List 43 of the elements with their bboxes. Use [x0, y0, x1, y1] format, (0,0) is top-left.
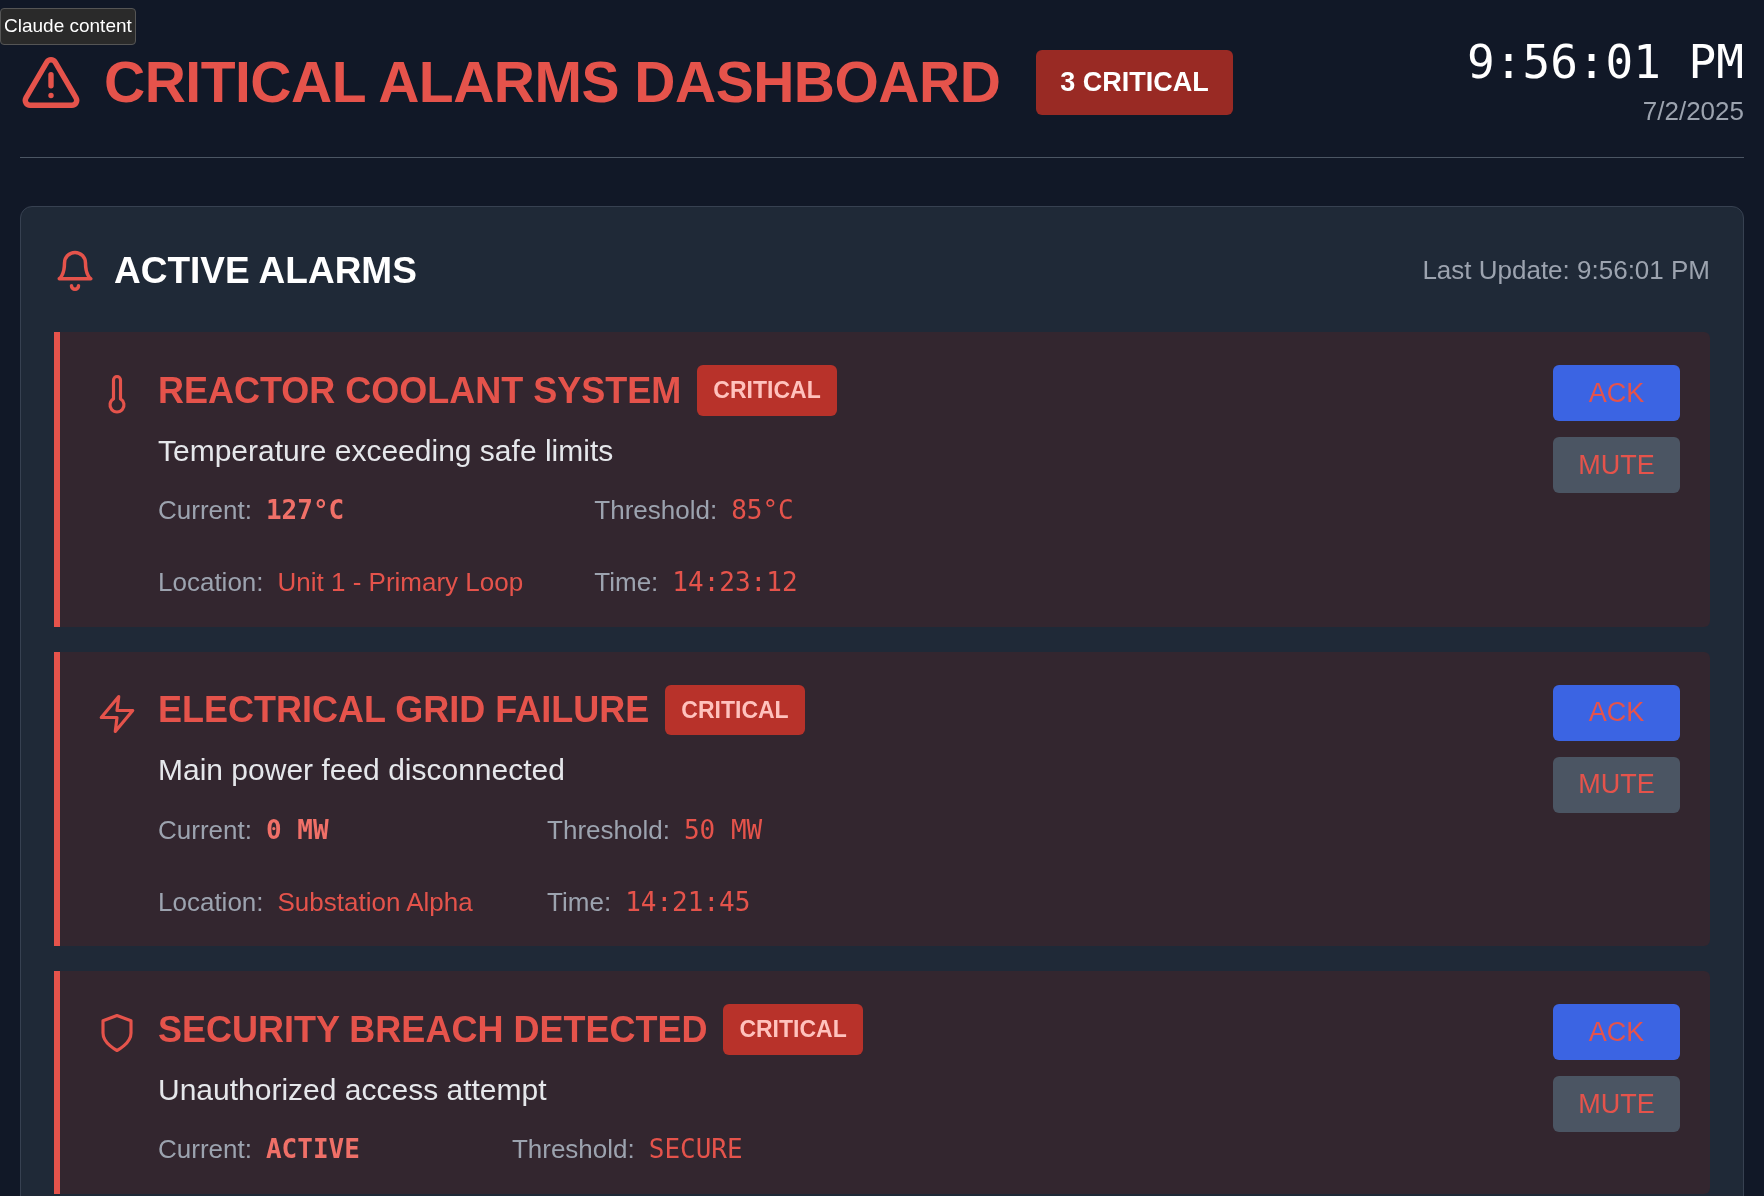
severity-badge: CRITICAL — [723, 1004, 863, 1055]
field-label: Threshold: — [594, 494, 718, 527]
alarm-description: Temperature exceeding safe limits — [158, 432, 615, 469]
field-value: 0 MW — [265, 813, 329, 847]
acknowledge-button[interactable]: ACK — [1553, 684, 1680, 741]
field-label: Location: — [158, 566, 264, 599]
mute-button[interactable]: MUTE — [1553, 756, 1680, 813]
critical-count-badge: 3 CRITICAL — [1036, 50, 1233, 115]
alarm-title: REACTOR COOLANT SYSTEM — [158, 368, 682, 413]
field-label: Current: — [158, 1133, 252, 1166]
field-value: ACTIVE — [265, 1133, 360, 1166]
alarm-description: Main power feed disconnected — [158, 752, 566, 788]
warning-icon — [20, 55, 82, 110]
mute-button[interactable]: MUTE — [1553, 437, 1680, 493]
mute-button[interactable]: MUTE — [1553, 1076, 1680, 1132]
field-label: Threshold: — [547, 813, 670, 847]
field-value: SECURE — [648, 1133, 743, 1166]
severity-badge: CRITICAL — [697, 365, 837, 416]
date: 7/2/2025 — [1642, 94, 1744, 128]
field-label: Time: — [594, 566, 659, 599]
field-value: 85°C — [731, 494, 794, 527]
alarm-title: ELECTRICAL GRID FAILURE — [158, 688, 650, 733]
last-update: Last Update: 9:56:01 PM — [1422, 253, 1710, 287]
field-value: 50 MW — [683, 813, 763, 847]
field-label: Threshold: — [511, 1133, 635, 1166]
field-value: 127°C — [265, 494, 345, 527]
field-value: Unit 1 - Primary Loop — [277, 566, 524, 599]
field-value: 14:21:45 — [625, 885, 751, 919]
acknowledge-button[interactable]: ACK — [1553, 365, 1680, 421]
dashboard-title: CRITICAL ALARMS DASHBOARD — [104, 53, 1001, 111]
field-value: 14:23:12 — [672, 566, 798, 599]
field-value: Substation Alpha — [277, 885, 473, 919]
clock: 9:56:01 PM — [1467, 34, 1744, 91]
field-label: Time: — [547, 885, 612, 919]
alarm-title: SECURITY BREACH DETECTED — [158, 1007, 708, 1052]
acknowledge-button[interactable]: ACK — [1553, 1004, 1680, 1060]
tooltip: Claude content — [0, 8, 136, 45]
field-label: Current: — [158, 494, 252, 527]
field-label: Current: — [158, 813, 252, 847]
severity-badge: CRITICAL — [665, 684, 805, 735]
field-label: Location: — [158, 885, 264, 919]
alarm-description: Unauthorized access attempt — [158, 1071, 548, 1108]
panel-title: ACTIVE ALARMS — [114, 248, 417, 293]
